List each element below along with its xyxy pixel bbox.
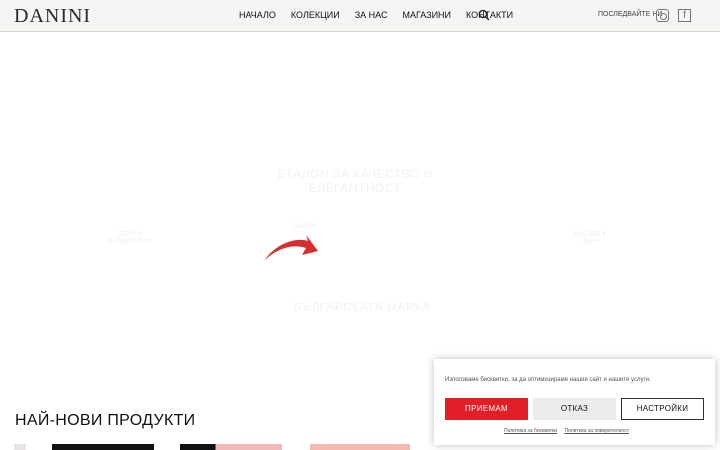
instagram-icon[interactable] <box>656 9 669 22</box>
product-card[interactable] <box>180 444 282 450</box>
hero-headline: ЕТАЛОН ЗА КАЧЕСТВО И ЕЛЕГАНТНОСТ <box>277 167 433 195</box>
deny-cookies-button[interactable]: ОТКАЗ <box>533 398 616 420</box>
main-nav: НАЧАЛО КОЛЕКЦИИ ЗА НАС МАГАЗИНИ КОНТАКТИ <box>239 10 513 20</box>
nav-item-stores[interactable]: МАГАЗИНИ <box>402 10 451 20</box>
site-header: DANINI НАЧАЛО КОЛЕКЦИИ ЗА НАС МАГАЗИНИ К… <box>0 0 720 32</box>
hero-subline: БЪЛГАРСКАТА МАРКА <box>293 300 431 314</box>
cookie-consent-banner: Използваме бисквитки, за да оптимизираме… <box>434 359 715 445</box>
nav-item-home[interactable]: НАЧАЛО <box>239 10 276 20</box>
search-icon[interactable] <box>478 9 490 21</box>
hero-caption-right: НИСКАТА ЦЕНА <box>573 231 607 245</box>
hero-banner: ЕТАЛОН ЗА КАЧЕСТВО И ЕЛЕГАНТНОСТ СТИЛ И … <box>0 33 720 403</box>
new-products-title: НАЙ-НОВИ ПРОДУКТИ <box>15 412 196 429</box>
nav-item-collections[interactable]: КОЛЕКЦИИ <box>291 10 340 20</box>
brand-swoosh-icon <box>264 235 318 261</box>
product-card[interactable] <box>14 444 26 450</box>
facebook-icon[interactable]: f <box>678 9 691 22</box>
hero-caption-center: DANINI <box>293 223 317 230</box>
privacy-policy-link[interactable]: Политика за поверителност <box>564 428 629 434</box>
product-card[interactable] <box>310 444 410 450</box>
cookie-policy-links: Политика за бисквитки Политика за повери… <box>504 428 635 434</box>
cookie-policy-link[interactable]: Политика за бисквитки <box>504 428 557 434</box>
follow-us-label: ПОСЛЕДВАЙТЕ НИ <box>598 11 663 18</box>
cookie-message: Използваме бисквитки, за да оптимизираме… <box>445 377 651 383</box>
nav-item-about[interactable]: ЗА НАС <box>355 10 388 20</box>
hero-caption-left: СТИЛ И ИЗЯЩЕСТВО <box>107 231 153 245</box>
product-card[interactable] <box>52 444 154 450</box>
cookie-settings-button[interactable]: НАСТРОЙКИ <box>621 398 704 420</box>
accept-cookies-button[interactable]: ПРИЕМАМ <box>445 398 528 420</box>
logo[interactable]: DANINI <box>14 5 91 28</box>
logo-text: DANINI <box>14 5 92 27</box>
